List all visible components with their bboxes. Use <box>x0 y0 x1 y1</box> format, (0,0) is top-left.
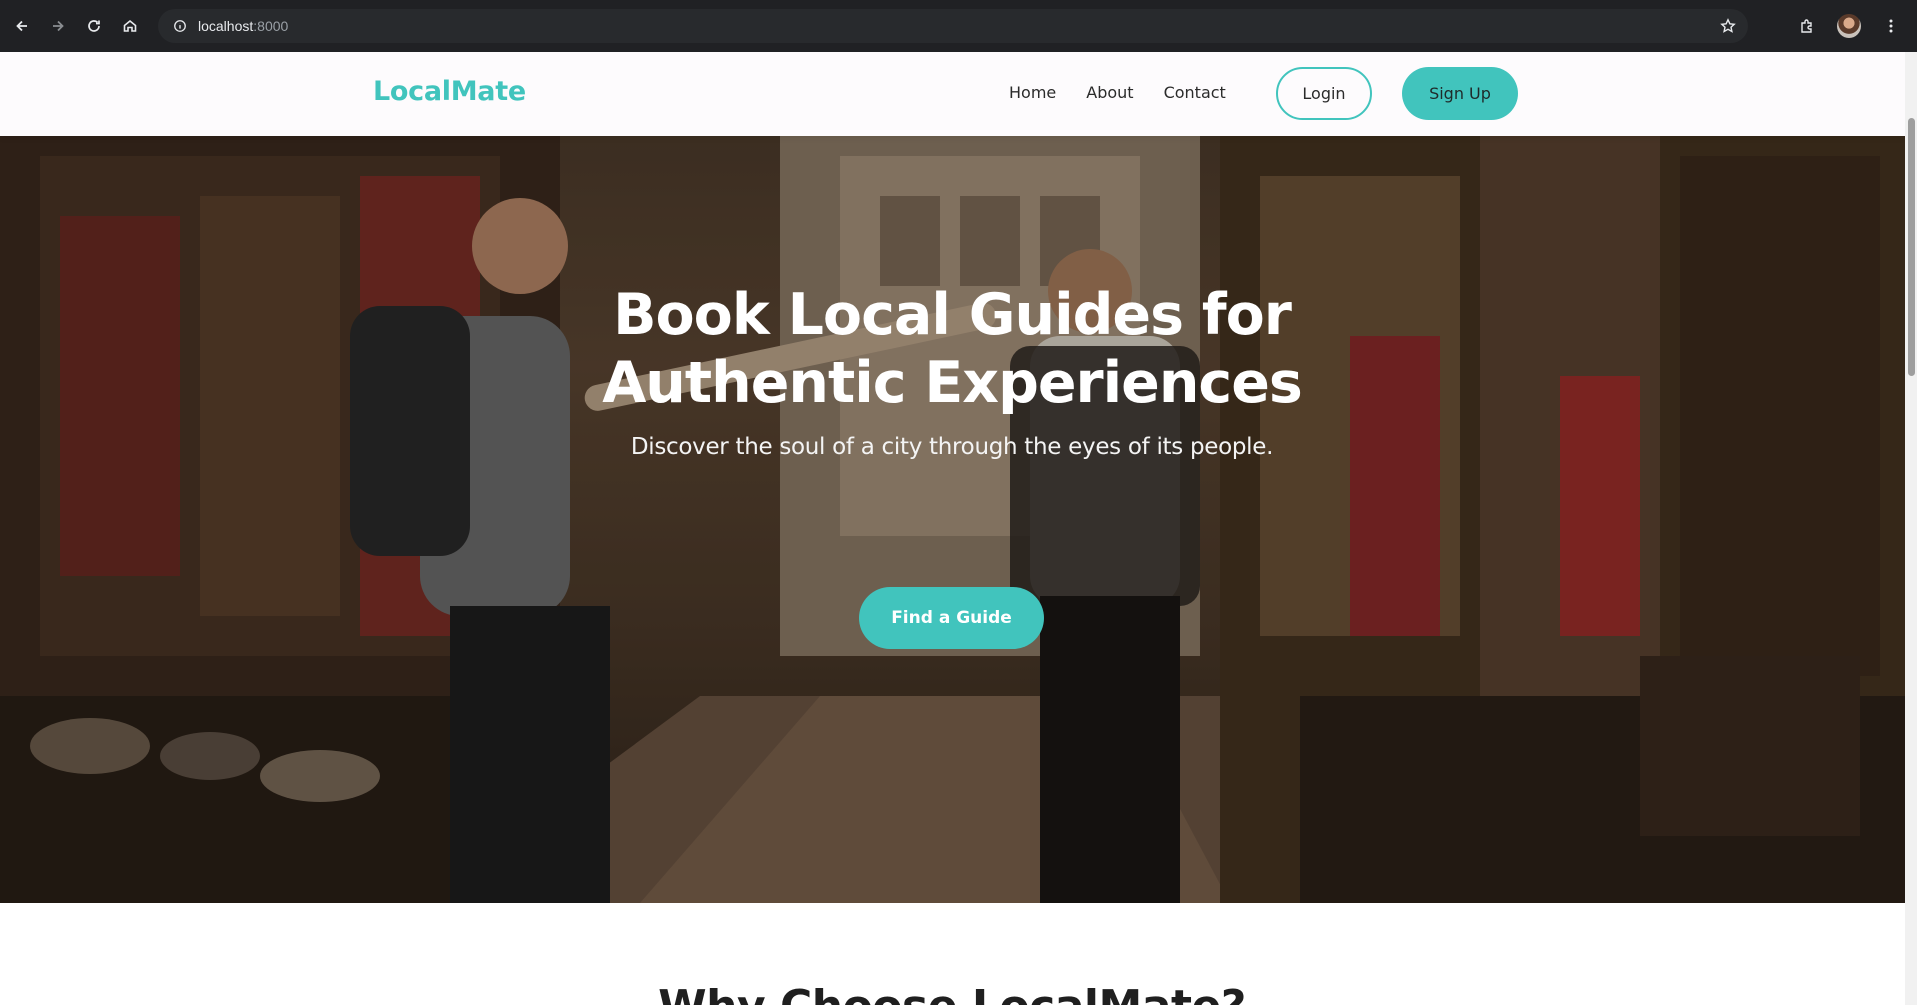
back-icon[interactable] <box>4 8 40 44</box>
url-host: localhost <box>198 18 254 34</box>
page-scrollbar[interactable] <box>1905 52 1917 1005</box>
extensions-icon[interactable] <box>1789 8 1825 44</box>
main-nav: Home About Contact <box>1009 83 1226 102</box>
nav-link-contact[interactable]: Contact <box>1164 83 1226 102</box>
hero-title: Book Local Guides for Authentic Experien… <box>452 281 1452 417</box>
profile-avatar[interactable] <box>1831 8 1867 44</box>
address-bar[interactable]: localhost:8000 <box>158 9 1748 43</box>
site-logo[interactable]: LocalMate <box>373 76 526 107</box>
browser-actions <box>1789 8 1909 44</box>
browser-toolbar: localhost:8000 <box>0 0 1917 52</box>
features-section: Why Choose LocalMate? <box>0 903 1905 1005</box>
scrollbar-thumb[interactable] <box>1908 118 1915 376</box>
site-header: LocalMate Home About Contact Login Sign … <box>0 52 1905 136</box>
site-info-icon[interactable] <box>166 12 194 40</box>
more-menu-icon[interactable] <box>1873 8 1909 44</box>
reload-icon[interactable] <box>76 8 112 44</box>
hero-section: Book Local Guides for Authentic Experien… <box>0 136 1905 903</box>
url-port: :8000 <box>253 18 289 34</box>
hero-subtitle: Discover the soul of a city through the … <box>630 434 1274 460</box>
hero-title-line1: Book Local Guides for <box>613 282 1292 348</box>
section-heading: Why Choose LocalMate? <box>452 981 1452 1005</box>
bookmark-star-icon[interactable] <box>1716 14 1740 38</box>
find-guide-button[interactable]: Find a Guide <box>859 587 1044 649</box>
nav-link-home[interactable]: Home <box>1009 83 1056 102</box>
page-viewport: LocalMate Home About Contact Login Sign … <box>0 52 1905 1005</box>
hero-title-line2: Authentic Experiences <box>602 350 1303 416</box>
login-button[interactable]: Login <box>1276 67 1372 120</box>
nav-link-about[interactable]: About <box>1086 83 1133 102</box>
forward-icon[interactable] <box>40 8 76 44</box>
home-icon[interactable] <box>112 8 148 44</box>
hero-content: Book Local Guides for Authentic Experien… <box>0 136 1905 903</box>
avatar <box>1837 14 1861 38</box>
signup-button[interactable]: Sign Up <box>1402 67 1518 120</box>
browser-nav-buttons <box>4 8 148 44</box>
